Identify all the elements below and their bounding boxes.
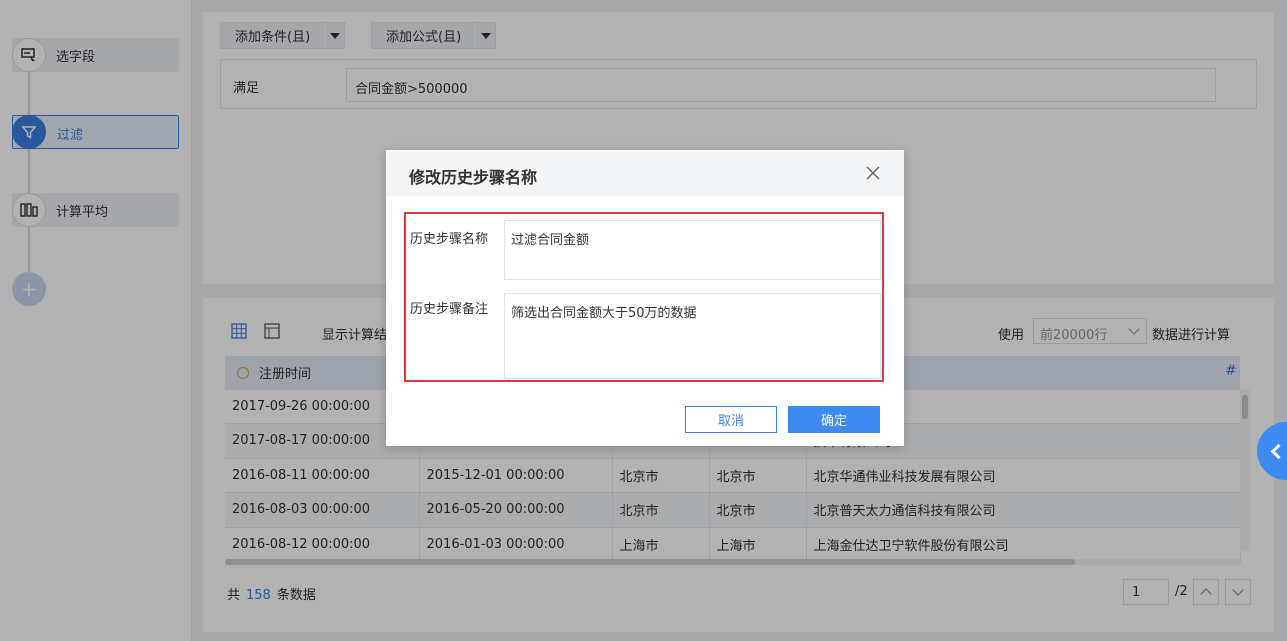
confirm-button[interactable]: 确定 <box>788 406 880 433</box>
rename-step-dialog: 修改历史步骤名称 历史步骤名称 过滤合同金额 历史步骤备注 筛选出合同金额大于5… <box>386 150 904 446</box>
chevron-left-icon <box>1270 443 1287 459</box>
step-name-field[interactable]: 过滤合同金额 <box>504 220 881 280</box>
step-note-field[interactable]: 筛选出合同金额大于50万的数据 <box>504 293 881 379</box>
close-icon[interactable] <box>866 166 880 180</box>
step-name-label: 历史步骤名称 <box>410 232 489 247</box>
step-form: 历史步骤名称 过滤合同金额 历史步骤备注 筛选出合同金额大于50万的数据 <box>404 212 884 382</box>
cancel-button[interactable]: 取消 <box>685 406 777 433</box>
dialog-header: 修改历史步骤名称 <box>386 150 904 196</box>
dialog-title: 修改历史步骤名称 <box>409 168 538 187</box>
step-note-label: 历史步骤备注 <box>410 302 489 317</box>
